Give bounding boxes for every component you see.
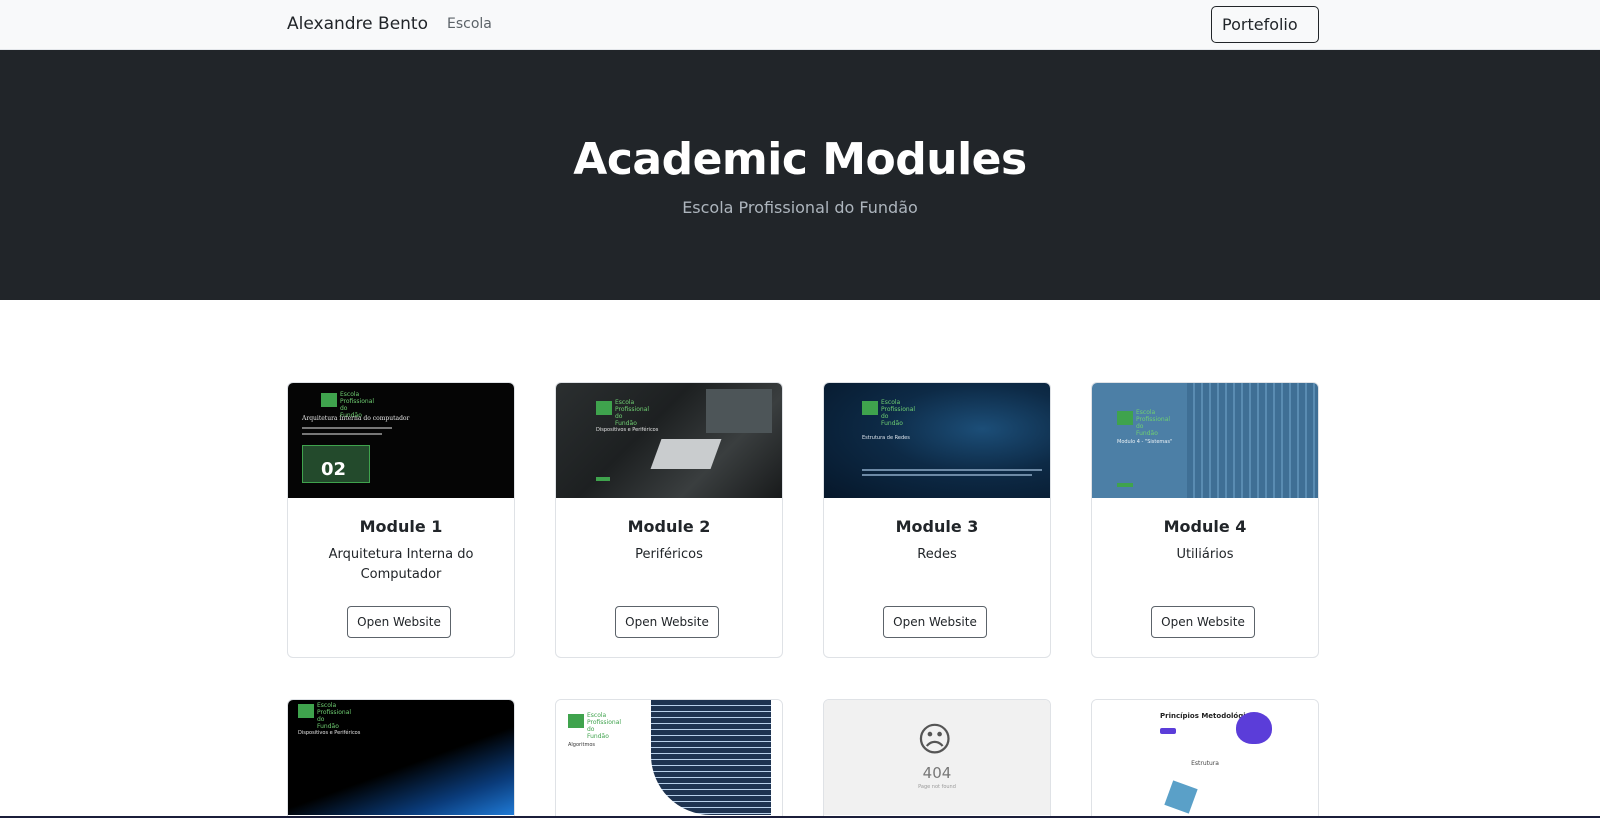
- school-logo-text: Escola Profissional do Fundão: [317, 702, 352, 730]
- card-title: Module 2: [627, 517, 711, 536]
- thumbnail-text-lines: [862, 469, 1042, 471]
- thumbnail-heading: Dispositivos e Periféricos: [298, 730, 361, 736]
- module-card-6: Escola Profissional do Fundão Algoritmos: [555, 699, 783, 818]
- hardware-badge: 02: [321, 459, 347, 480]
- school-logo-text: Escola Profissional do Fundão: [1136, 409, 1171, 437]
- module-5-thumbnail[interactable]: Escola Profissional do Fundão Dispositiv…: [288, 700, 514, 815]
- thumbnail-button: [1160, 728, 1176, 734]
- hardware-image: 02: [302, 445, 370, 483]
- open-website-button[interactable]: Open Website: [347, 606, 451, 638]
- laptop-image: [650, 439, 722, 469]
- card-text: Periféricos: [635, 547, 703, 562]
- portefolio-button[interactable]: Portefolio: [1211, 6, 1319, 43]
- thumbnail-heading: Algoritmos: [568, 742, 595, 748]
- brand-link[interactable]: Alexandre Bento: [287, 14, 428, 34]
- card-text: Arquitetura Interna do Computador: [328, 547, 474, 582]
- module-card-2: Escola Profissional do Fundão Dispositiv…: [555, 382, 783, 658]
- navbar: Alexandre Bento Escola Portefolio: [0, 0, 1600, 50]
- monitor-image: [706, 389, 772, 433]
- module-card-1: Escola Profissional do Fundão Arquitetur…: [287, 382, 515, 658]
- module-4-thumbnail[interactable]: Escola Profissional do Fundão Modulo 4 -…: [1092, 383, 1318, 498]
- hero-section: Academic Modules Escola Profissional do …: [0, 50, 1600, 300]
- card-title: Module 3: [895, 517, 979, 536]
- school-logo-icon: [298, 704, 314, 718]
- module-8-thumbnail[interactable]: Princípios Metodológicos Estrutura: [1092, 700, 1318, 815]
- thumbnail-text-lines: [862, 474, 1032, 476]
- school-logo-text: Escola Profissional do Fundão: [881, 399, 916, 427]
- thumbnail-heading: Arquitetura interna do computador: [302, 415, 410, 422]
- school-logo-icon: [568, 714, 584, 728]
- module-card-5: Escola Profissional do Fundão Dispositiv…: [287, 699, 515, 818]
- page-subtitle: Escola Profissional do Fundão: [682, 198, 918, 217]
- thumbnail-heading: Modulo 4 - "Sistemas": [1117, 439, 1173, 445]
- module-7-thumbnail[interactable]: ☹ 404 Page not found: [824, 700, 1050, 815]
- module-card-8: Princípios Metodológicos Estrutura: [1091, 699, 1319, 818]
- thumbnail-text-lines: [302, 427, 392, 429]
- module-card-3: Escola Profissional do Fundão Estrutura …: [823, 382, 1051, 658]
- thumbnail-text-lines: [302, 433, 382, 435]
- school-logo-text: Escola Profissional do Fundão: [615, 399, 650, 427]
- module-card-4: Escola Profissional do Fundão Modulo 4 -…: [1091, 382, 1319, 658]
- module-6-thumbnail[interactable]: Escola Profissional do Fundão Algoritmos: [556, 700, 782, 815]
- school-logo-icon: [596, 401, 612, 415]
- card-title: Module 1: [359, 517, 443, 536]
- nav-link-escola[interactable]: Escola: [447, 16, 492, 32]
- laptop-keyboard-image: [1187, 383, 1318, 498]
- section-heading: Estrutura: [1191, 760, 1219, 767]
- card-text: Utiliários: [1176, 547, 1234, 562]
- module-3-thumbnail[interactable]: Escola Profissional do Fundão Estrutura …: [824, 383, 1050, 498]
- code-image: [651, 700, 771, 815]
- school-logo-icon: [862, 401, 878, 415]
- error-code: 404: [922, 764, 952, 782]
- thumbnail-button: [596, 477, 610, 481]
- card-title: Module 4: [1163, 517, 1247, 536]
- card-text: Redes: [917, 547, 957, 562]
- module-1-thumbnail[interactable]: Escola Profissional do Fundão Arquitetur…: [288, 383, 514, 498]
- module-card-7: ☹ 404 Page not found: [823, 699, 1051, 818]
- module-2-thumbnail[interactable]: Escola Profissional do Fundão Dispositiv…: [556, 383, 782, 498]
- school-logo-icon: [321, 393, 337, 407]
- error-text: Page not found: [918, 784, 956, 790]
- school-logo-text: Escola Profissional do Fundão: [587, 712, 622, 740]
- thumbnail-heading: Dispositivos e Periféricos: [596, 427, 659, 433]
- thumbnail-button: [1117, 483, 1133, 487]
- illustration-icon: [1164, 780, 1198, 814]
- sad-face-icon: ☹: [917, 720, 953, 760]
- open-website-button[interactable]: Open Website: [615, 606, 719, 638]
- open-website-button[interactable]: Open Website: [883, 606, 987, 638]
- page-title: Academic Modules: [573, 134, 1027, 185]
- school-logo-icon: [1117, 411, 1133, 425]
- open-website-button[interactable]: Open Website: [1151, 606, 1255, 638]
- illustration-badge-icon: [1236, 712, 1272, 744]
- thumbnail-heading: Estrutura de Redes: [862, 435, 910, 441]
